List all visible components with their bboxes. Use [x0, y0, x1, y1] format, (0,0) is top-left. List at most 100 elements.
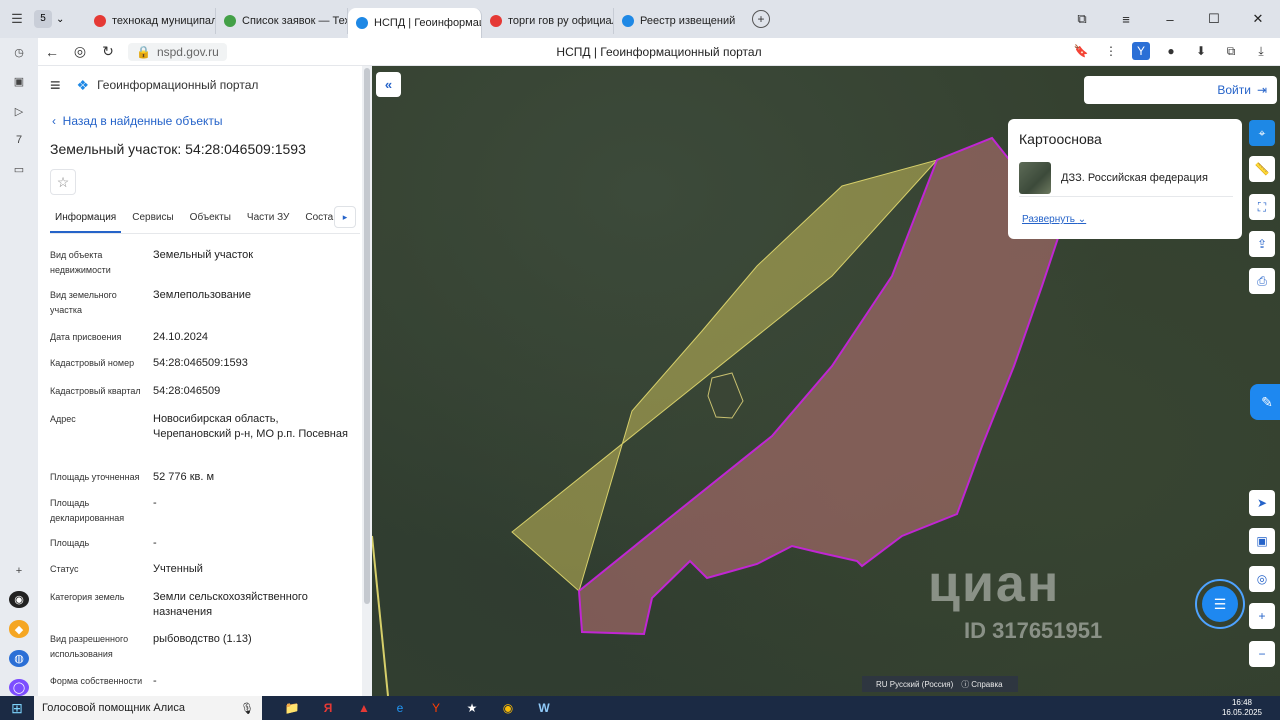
maximize-icon[interactable]: ☐ [1192, 11, 1236, 27]
language-label: RU Русский (Россия) [876, 679, 954, 689]
browser-tab-strip: ☰ 5 ⌄ технокад муниципалитет Список заяв… [0, 0, 1280, 38]
basemap-title: Картооснова [1019, 131, 1102, 147]
app-icon[interactable]: ◍ [9, 649, 29, 667]
start-button-icon[interactable]: ⊞ [0, 696, 34, 720]
reload-icon[interactable]: ↻ [94, 43, 122, 60]
collections-icon[interactable]: ▣ [9, 73, 29, 90]
tab-label: торги гов ру официальны [508, 15, 613, 27]
voice-assistant-search[interactable]: Голосовой помощник Алиса 🎙 [34, 696, 262, 720]
map-view[interactable]: « Войти ⇥ Картооснова ДЗЗ. Российская фе… [372, 66, 1280, 696]
language-bar[interactable]: RU Русский (Россия) ⓘ Справка [862, 676, 1018, 692]
new-tab-icon[interactable]: + [752, 10, 770, 28]
browser-sidebar: ◷ ▣ ▷ 7 ▭ + ◉ ◆ ◍ ◯ [0, 38, 38, 697]
collapse-panel-button[interactable]: « [376, 72, 401, 97]
tab-tehnokad[interactable]: технокад муниципалитет [86, 8, 216, 34]
hamburger-icon[interactable]: ≡ [50, 75, 61, 96]
row-label: Площадь декларированная [50, 498, 125, 523]
back-arrow-icon[interactable]: ← [38, 44, 66, 60]
pdf-icon[interactable]: ▲ [346, 696, 382, 720]
portal-header: ≡ ❖ Геоинформационный портал [38, 66, 372, 104]
tab-nspd[interactable]: НСПД | Геоинформаци ✕ [348, 8, 482, 38]
nspd-favicon-icon [356, 17, 368, 29]
menu-icon[interactable]: ≡ [1104, 12, 1148, 27]
row-label: Адрес [50, 414, 76, 424]
scrollbar-thumb[interactable] [364, 68, 370, 604]
chat-icon: ☰ [1202, 586, 1238, 622]
word-icon[interactable]: W [526, 696, 562, 720]
tab-reestr[interactable]: Реестр извещений [614, 8, 746, 34]
expand-link[interactable]: Развернуть ⌄ [1022, 214, 1086, 225]
yandex-extension-icon[interactable]: Y [1132, 42, 1150, 60]
basemap-card: Картооснова ДЗЗ. Российская федерация Ра… [1008, 119, 1242, 239]
more-icon[interactable]: ⋮ [1102, 42, 1120, 60]
clock-time: 16:48 [1231, 698, 1252, 707]
layers-tool-icon[interactable]: ⌖ [1249, 120, 1275, 146]
login-button[interactable]: Войти ⇥ [1084, 76, 1277, 104]
panel-scrollbar[interactable] [362, 66, 372, 696]
downloads-icon[interactable]: ⬇ [1192, 42, 1210, 60]
tab-parts[interactable]: Части ЗУ [242, 208, 294, 233]
extensions-icon[interactable]: ⧉ [1222, 42, 1240, 60]
protect-icon[interactable]: ◎ [66, 43, 94, 60]
history-icon[interactable]: ◷ [9, 44, 29, 61]
minimize-icon[interactable]: – [1148, 12, 1192, 27]
tab-services[interactable]: Сервисы [127, 208, 178, 233]
yandex-browser-icon[interactable]: Y [418, 696, 454, 720]
tab-label: НСПД | Геоинформаци [374, 17, 482, 29]
minimap-icon[interactable]: ▣ [1249, 528, 1275, 554]
geolocation-icon[interactable]: ◎ [1249, 566, 1275, 592]
windows-taskbar: ⊞ Голосовой помощник Алиса 🎙 📁 Я ▲ e Y ★… [0, 696, 1280, 720]
tab-group-control[interactable]: 5 ⌄ [34, 10, 86, 28]
basemap-option[interactable]: ДЗЗ. Российская федерация [1019, 159, 1233, 197]
share-icon[interactable]: ⇪ [1249, 231, 1275, 257]
reestr-favicon-icon [622, 15, 634, 27]
ruler-icon[interactable]: 📏 [1249, 156, 1275, 182]
row-value: 54:28:046509:1593 [153, 357, 248, 369]
file-explorer-icon[interactable]: 📁 [274, 696, 310, 720]
add-icon[interactable]: + [9, 562, 29, 579]
locate-icon[interactable]: ➤ [1249, 490, 1275, 516]
chat-button[interactable]: ☰ [1195, 579, 1245, 629]
tab-label: технокад муниципалитет [112, 15, 216, 27]
tabs-scroll-right-icon[interactable]: ▸ [334, 206, 356, 228]
favorite-star-icon[interactable]: ☆ [50, 169, 76, 195]
url-field[interactable]: 🔒 nspd.gov.ru [128, 42, 227, 61]
screenshot-icon[interactable]: ▭ [9, 161, 29, 178]
browser-toolbar-right: 🔖 ⋮ Y ● ⬇ ⧉ ⤓ [1072, 42, 1270, 60]
back-to-results-link[interactable]: ‹ Назад в найденные объекты [52, 114, 223, 128]
app-icon[interactable]: ◉ [9, 591, 29, 609]
tab-zayavki[interactable]: Список заявок — ТехноК [216, 8, 348, 34]
alice-icon[interactable]: ◯ [9, 678, 29, 697]
help-label: Справка [971, 679, 1003, 689]
edge-icon[interactable]: e [382, 696, 418, 720]
row-value: Учтенный [153, 563, 203, 575]
row-value: 52 776 кв. м [153, 471, 215, 483]
tab-torgi[interactable]: торги гов ру официальны [482, 8, 614, 34]
calendar-icon[interactable]: 7 [9, 132, 29, 149]
yandex-favicon-icon [94, 15, 106, 27]
tab-info[interactable]: Информация [50, 208, 122, 233]
watermark-logo: циан [928, 555, 1061, 613]
tab-composition[interactable]: Соста [300, 208, 338, 233]
download-arrow-icon[interactable]: ⤓ [1252, 42, 1270, 60]
yandex-icon[interactable]: Я [310, 696, 346, 720]
play-icon[interactable]: ▷ [9, 102, 29, 119]
close-window-icon[interactable]: ✕ [1236, 11, 1280, 27]
print-icon[interactable]: ⎙ [1249, 268, 1275, 294]
row-value: - [153, 497, 157, 509]
tab-objects[interactable]: Объекты [185, 208, 236, 233]
app-icon[interactable]: ◆ [9, 620, 29, 638]
side-widget-icon[interactable]: ✎ [1250, 384, 1280, 420]
select-area-icon[interactable]: ⛶ [1249, 194, 1275, 220]
zoom-in-icon[interactable]: + [1249, 603, 1275, 629]
app-icon[interactable]: ★ [454, 696, 490, 720]
bookmark-icon[interactable]: 🔖 [1072, 42, 1090, 60]
browser-menu-icon[interactable]: ☰ [0, 11, 34, 27]
row-label: Дата присвоения [50, 332, 122, 342]
row-label: Вид разрешенного использования [50, 634, 129, 659]
chrome-icon[interactable]: ◉ [490, 696, 526, 720]
profile-icon[interactable]: ● [1162, 42, 1180, 60]
zoom-out-icon[interactable]: − [1249, 641, 1275, 667]
restore-tabs-icon[interactable]: ⧉ [1060, 11, 1104, 27]
system-clock[interactable]: 16:48 16.05.2025 [1222, 698, 1262, 718]
